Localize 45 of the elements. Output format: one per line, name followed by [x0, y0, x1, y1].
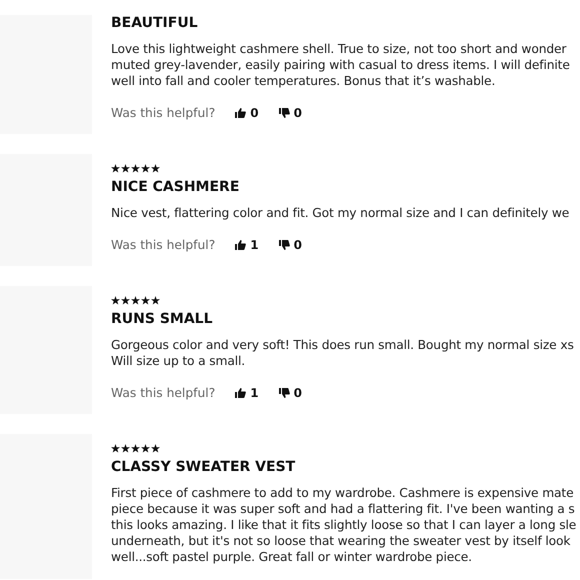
review-text: well...soft pastel purple. Great fall or winter wardrobe piece. — [111, 549, 473, 565]
helpful-label: Was this helpful? — [111, 386, 216, 400]
downvote-button[interactable]: 0 — [278, 106, 302, 120]
review-text: underneath, but it's not so loose that wearing the sweater vest by itself look — [111, 533, 572, 549]
review-title: BEAUTIFUL — [111, 15, 199, 31]
star-icon — [131, 164, 140, 173]
star-icon — [141, 296, 150, 305]
review-title: CLASSY SWEATER VEST — [111, 459, 296, 475]
star-icon — [141, 444, 150, 453]
upvote-button[interactable]: 0 — [235, 106, 259, 120]
helpful-label: Was this helpful? — [111, 106, 216, 120]
review-text: Love this lightweight cashmere shell. True to size, not too short and wonder — [111, 41, 568, 57]
upvote-button[interactable]: 1 — [235, 386, 259, 400]
star-icon — [141, 164, 150, 173]
star-icon — [121, 296, 130, 305]
downvote-button[interactable]: 0 — [278, 238, 302, 252]
upvote-button[interactable]: 1 — [235, 238, 259, 252]
star-icon — [111, 164, 120, 173]
star-icon — [151, 444, 160, 453]
star-icon — [121, 444, 130, 453]
star-icon — [131, 444, 140, 453]
thumbs-down-icon — [278, 240, 290, 250]
star-icon — [131, 296, 140, 305]
review-text: this looks amazing. I like that it fits slightly loose so that I can layer a long sle — [111, 517, 576, 533]
helpful-label: Was this helpful? — [111, 238, 216, 252]
review-text: Nice vest, flattering color and fit. Got my normal size and I can definitely we — [111, 205, 570, 221]
star-icon — [151, 164, 160, 173]
review-title: RUNS SMALL — [111, 311, 214, 327]
review-text: piece because it was super soft and had a flattering fit. I've been wanting a s — [111, 501, 576, 517]
review-text: well into fall and cooler temperatures. Bonus that it’s washable. — [111, 73, 496, 89]
review-text: Will size up to a small. — [111, 353, 246, 369]
review-text: muted grey-lavender, easily pairing with casual to dress items. I will definite — [111, 57, 570, 73]
thumbs-down-icon — [278, 388, 290, 398]
thumbs-up-icon — [235, 388, 246, 398]
thumbs-up-icon — [235, 240, 246, 250]
review-text: Gorgeous color and very soft! This does run small. Bought my normal size xs — [111, 337, 574, 353]
star-icon — [121, 164, 130, 173]
thumbs-up-icon — [235, 108, 246, 118]
star-icon — [151, 296, 160, 305]
review-title: NICE CASHMERE — [111, 179, 240, 195]
thumbs-down-icon — [278, 108, 290, 118]
star-icon — [111, 444, 120, 453]
review-text: First piece of cashmere to add to my wardrobe. Cashmere is expensive mate — [111, 485, 575, 501]
downvote-button[interactable]: 0 — [278, 386, 302, 400]
star-icon — [111, 296, 120, 305]
